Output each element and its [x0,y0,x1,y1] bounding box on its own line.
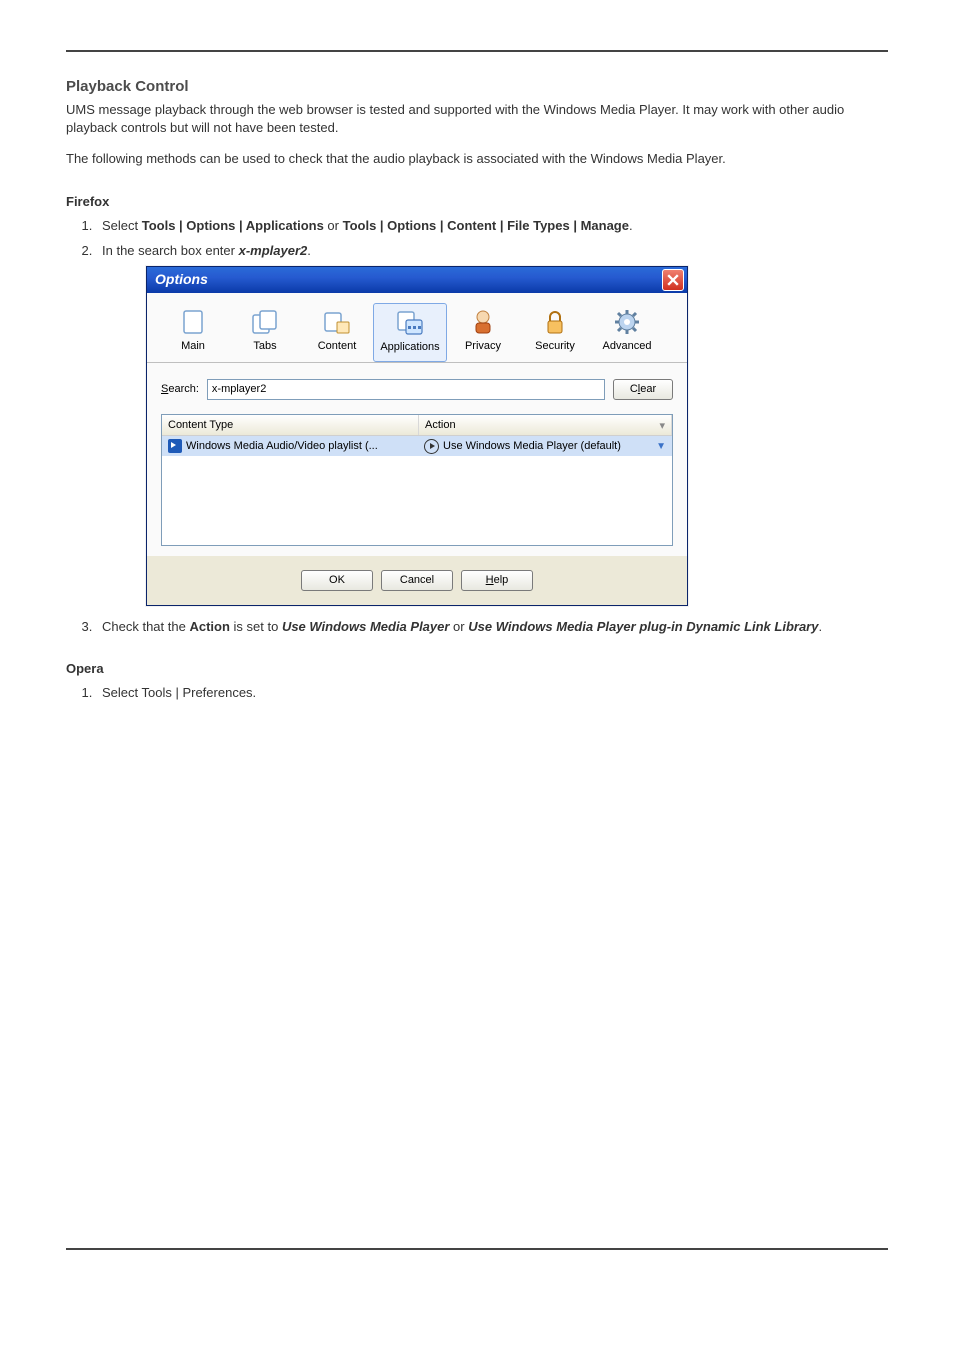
media-file-icon [168,439,182,453]
intro-paragraph-1: UMS message playback through the web bro… [66,101,888,136]
applications-icon [393,308,427,338]
lock-icon [538,307,572,337]
dialog-title: Options [155,270,208,289]
opera-step-1: Select Tools | Preferences. [96,684,888,702]
action-dropdown[interactable]: Use Windows Media Player (default) ▼ [418,439,672,454]
bottom-rule [66,1248,888,1250]
dialog-titlebar: Options [147,267,687,293]
col-content-type[interactable]: Content Type [162,415,419,436]
tab-applications[interactable]: Applications [373,303,447,362]
list-row[interactable]: Windows Media Audio/Video playlist (... … [162,436,672,456]
tabs-icon [248,307,282,337]
wmp-icon [424,439,439,454]
page-icon [176,307,210,337]
opera-heading: Opera [66,661,888,676]
tab-security-label: Security [519,339,591,354]
col-action[interactable]: Action ▾ [419,415,672,436]
firefox-step-1: Select Tools | Options | Applications or… [96,217,888,235]
close-icon [667,274,679,286]
search-label: Search: [161,382,199,397]
firefox-step-3: Check that the Action is set to Use Wind… [96,618,888,636]
dialog-toolbar: Main Tabs Content Applications [147,293,687,363]
chevron-down-icon: ▼ [656,440,666,454]
gear-icon [610,307,644,337]
tab-advanced-label: Advanced [591,339,663,354]
content-icon [320,307,354,337]
help-button[interactable]: Help [461,570,533,591]
tab-main[interactable]: Main [157,303,229,362]
tab-privacy-label: Privacy [447,339,519,354]
tab-tabs-label: Tabs [229,339,301,354]
firefox-heading: Firefox [66,194,888,209]
sort-icon: ▾ [659,419,665,434]
firefox-steps: Select Tools | Options | Applications or… [96,217,888,635]
tab-content-label: Content [301,339,373,354]
tab-content[interactable]: Content [301,303,373,362]
tab-applications-label: Applications [374,340,446,355]
intro-paragraph-2: The following methods can be used to che… [66,150,888,168]
list-header: Content Type Action ▾ [162,415,672,437]
applications-list[interactable]: Content Type Action ▾ Windows Media Audi… [161,414,673,546]
cancel-button[interactable]: Cancel [381,570,453,591]
row-content-type: Windows Media Audio/Video playlist (... [186,439,378,454]
search-input[interactable] [207,379,605,400]
tab-advanced[interactable]: Advanced [591,303,663,362]
opera-steps: Select Tools | Preferences. [96,684,888,702]
clear-button[interactable]: Clear [613,379,673,400]
page-title: Playback Control [66,78,888,95]
tab-tabs[interactable]: Tabs [229,303,301,362]
privacy-icon [466,307,500,337]
dialog-body: Search: Clear Content Type Action ▾ [147,363,687,556]
row-action: Use Windows Media Player (default) [443,439,621,454]
dialog-button-row: OK Cancel Help [147,556,687,605]
ok-button[interactable]: OK [301,570,373,591]
close-button[interactable] [662,269,684,291]
tab-security[interactable]: Security [519,303,591,362]
top-rule [66,50,888,52]
firefox-step-2: In the search box enter x-mplayer2. Opti… [96,242,888,605]
options-dialog: Options Main [146,266,688,606]
tab-privacy[interactable]: Privacy [447,303,519,362]
tab-main-label: Main [157,339,229,354]
